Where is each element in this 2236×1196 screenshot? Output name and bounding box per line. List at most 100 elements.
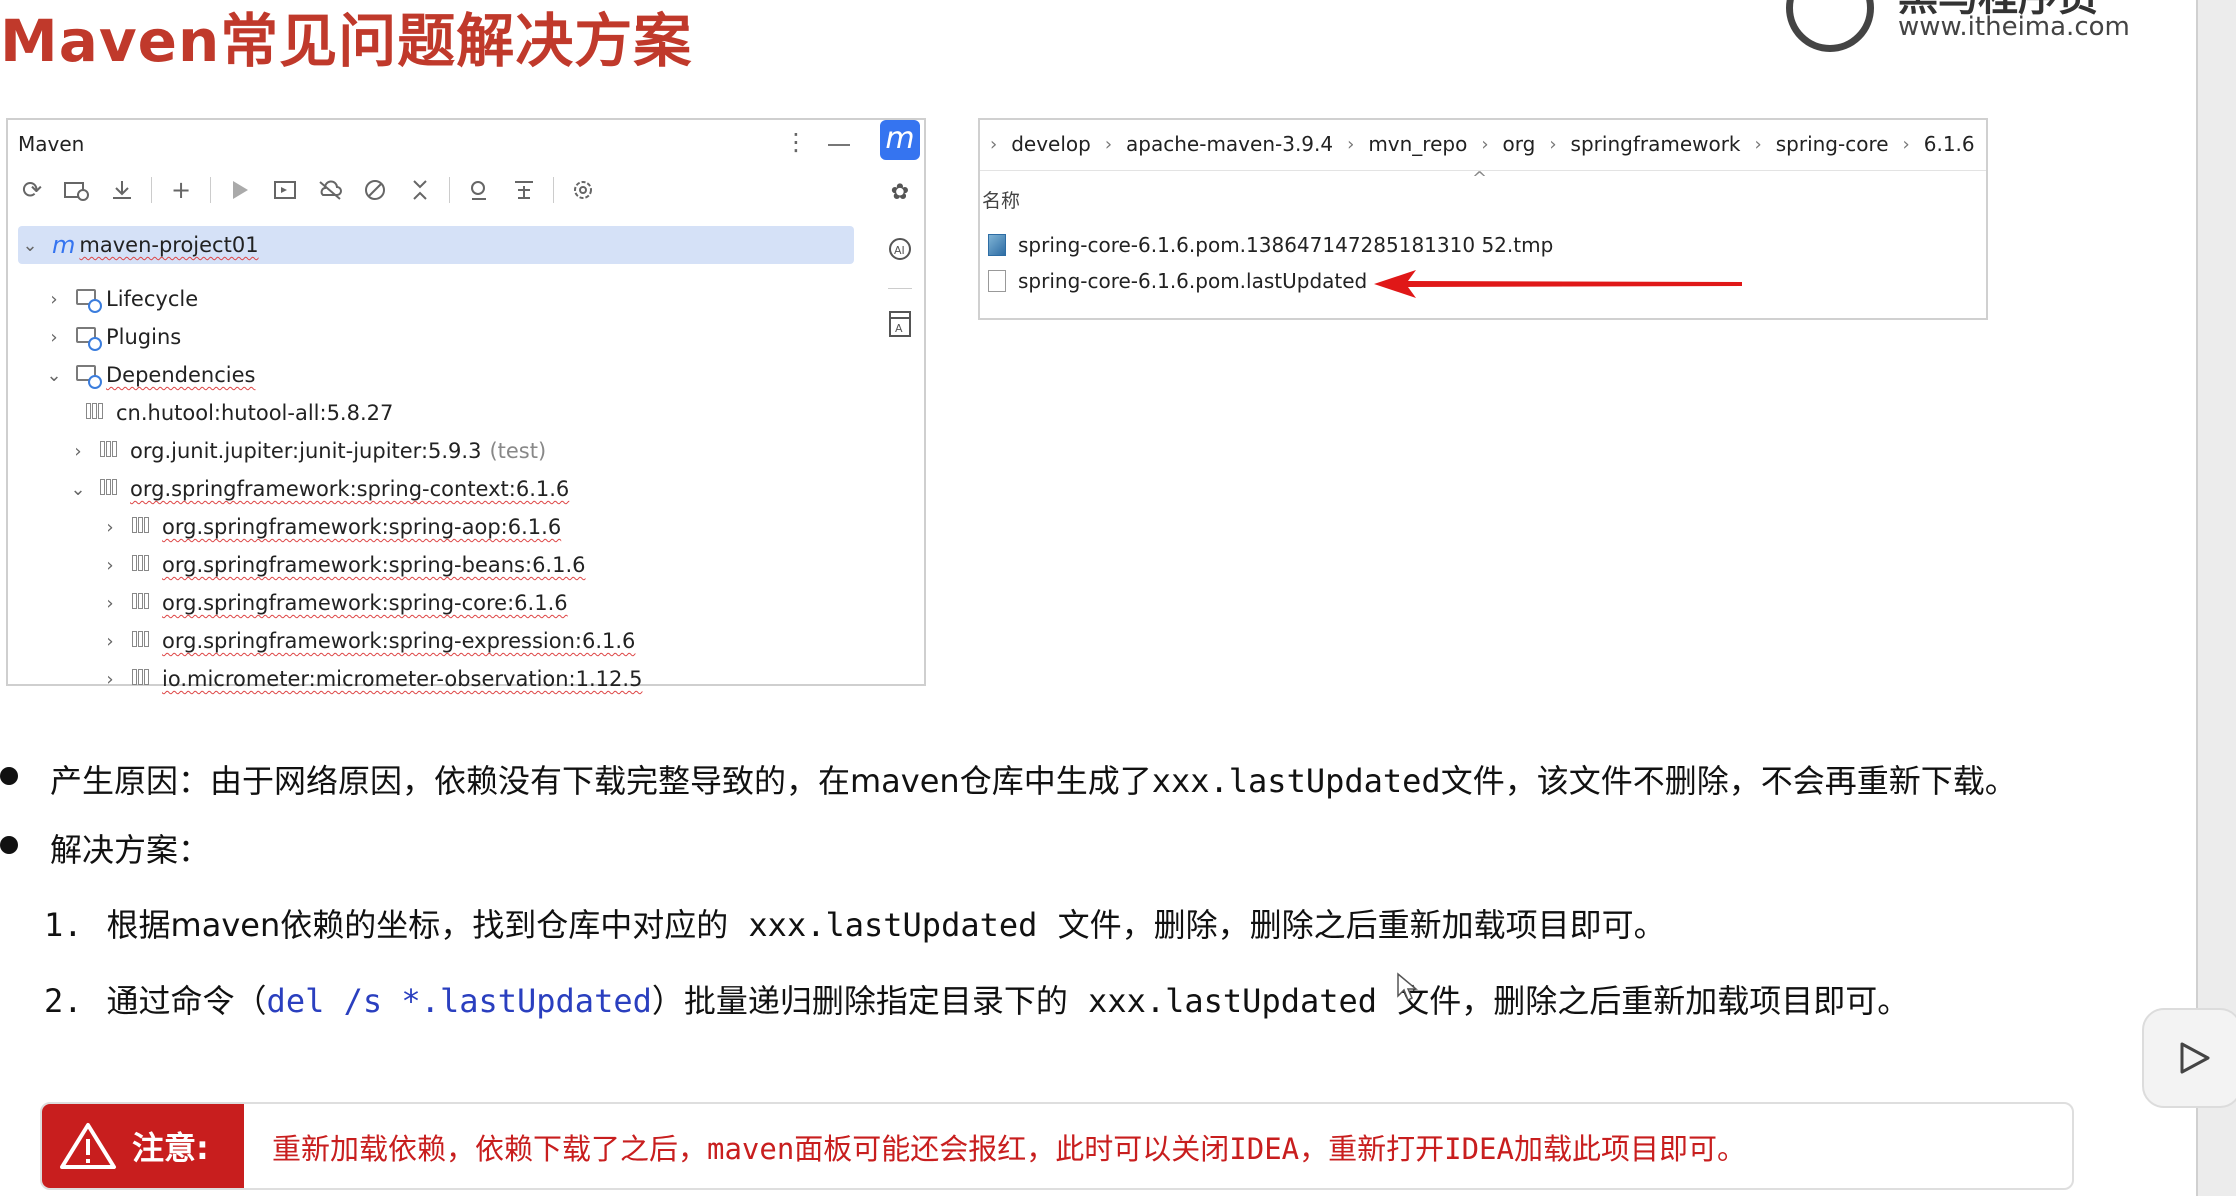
breadcrumb-item[interactable]: spring-core bbox=[1776, 132, 1889, 156]
chevron-right-icon[interactable]: › bbox=[46, 327, 62, 348]
breadcrumb-separator-icon: › bbox=[1549, 133, 1557, 155]
tree-item-project[interactable]: ⌄ m maven-project01 bbox=[22, 228, 259, 262]
chevron-right-icon[interactable]: › bbox=[70, 441, 86, 462]
library-icon bbox=[100, 441, 122, 461]
execute-goal-icon[interactable] bbox=[269, 174, 301, 206]
transitive-dependency-item[interactable]: › org.springframework:spring-aop:6.1.6 bbox=[102, 510, 561, 544]
breadcrumb: › develop › apache-maven-3.9.4 › mvn_rep… bbox=[990, 132, 1975, 156]
bullet-dot bbox=[0, 767, 18, 785]
step-number: 1. bbox=[44, 906, 83, 944]
plugins-label: Plugins bbox=[106, 325, 182, 349]
plugin-icon[interactable]: ✿ bbox=[886, 180, 914, 208]
collapse-icon[interactable] bbox=[404, 174, 436, 206]
strip-separator bbox=[888, 288, 912, 289]
chevron-right-icon[interactable]: › bbox=[46, 289, 62, 310]
breadcrumb-item[interactable]: org bbox=[1503, 132, 1536, 156]
offline-icon[interactable] bbox=[314, 174, 346, 206]
chevron-right-icon[interactable]: › bbox=[102, 517, 118, 538]
plus-icon[interactable]: + bbox=[165, 174, 197, 206]
tmp-file-icon bbox=[988, 234, 1006, 256]
breadcrumb-item[interactable]: apache-maven-3.9.4 bbox=[1126, 132, 1333, 156]
library-icon bbox=[100, 479, 122, 499]
project-label: maven-project01 bbox=[79, 233, 259, 257]
skip-tests-icon[interactable] bbox=[359, 174, 391, 206]
transitive-dependency-item[interactable]: › org.springframework:spring-core:6.1.6 bbox=[102, 586, 567, 620]
transitive-dependency-item[interactable]: › org.springframework:spring-beans:6.1.6 bbox=[102, 548, 585, 582]
lifecycle-label: Lifecycle bbox=[106, 287, 199, 311]
maven-tool-icon[interactable]: m bbox=[880, 120, 920, 160]
breadcrumb-separator-icon: › bbox=[1347, 133, 1355, 155]
cause-suffix: 文件，该文件不删除，不会再重新下载。 bbox=[1440, 762, 2017, 800]
run-icon[interactable] bbox=[224, 174, 256, 206]
analyze-icon[interactable] bbox=[463, 174, 495, 206]
library-icon bbox=[86, 403, 108, 423]
maven-module-icon: m bbox=[52, 231, 76, 259]
notifications-icon[interactable]: A bbox=[886, 310, 914, 338]
dependencies-label: Dependencies bbox=[106, 363, 256, 387]
tree-item-lifecycle[interactable]: › Lifecycle bbox=[46, 282, 198, 316]
download-icon[interactable] bbox=[106, 174, 138, 206]
tree-item-plugins[interactable]: › Plugins bbox=[46, 320, 181, 354]
show-deps-icon[interactable] bbox=[508, 174, 540, 206]
breadcrumb-separator-icon: › bbox=[1481, 133, 1489, 155]
file-icon bbox=[988, 270, 1006, 292]
chevron-right-icon[interactable]: › bbox=[102, 631, 118, 652]
logo-url-text: www.itheima.com bbox=[1898, 12, 2130, 42]
dependency-label: org.springframework:spring-expression:6.… bbox=[162, 629, 636, 653]
refresh-icon[interactable]: ⟳ bbox=[16, 174, 48, 206]
breadcrumb-separator-icon: › bbox=[990, 133, 998, 155]
file-row[interactable]: spring-core-6.1.6.pom.138647147285181310… bbox=[988, 230, 1553, 260]
settings-icon[interactable] bbox=[567, 174, 599, 206]
chevron-right-icon[interactable]: › bbox=[102, 555, 118, 576]
dependency-item[interactable]: cn.hutool:hutool-all:5.8.27 bbox=[86, 396, 393, 430]
chevron-right-icon[interactable]: › bbox=[102, 593, 118, 614]
breadcrumb-item[interactable]: develop bbox=[1011, 132, 1091, 156]
toolbar-separator bbox=[449, 177, 450, 203]
ai-assistant-icon[interactable]: AI bbox=[886, 236, 914, 264]
sort-ascending-icon[interactable]: ^ bbox=[1472, 168, 1487, 189]
logo-mark-icon bbox=[1786, 0, 1874, 52]
cause-text: 产生原因：由于网络原因，依赖没有下载完整导致的，在maven仓库中生成了 bbox=[50, 762, 1152, 800]
chevron-down-icon[interactable]: ⌄ bbox=[22, 235, 38, 256]
svg-text:A: A bbox=[895, 322, 903, 335]
file-name: spring-core-6.1.6.pom.138647147285181310… bbox=[1018, 233, 1554, 257]
chevron-down-icon[interactable]: ⌄ bbox=[46, 365, 62, 386]
library-icon bbox=[132, 593, 154, 613]
slide-title: Maven常见问题解决方案 bbox=[0, 7, 693, 75]
bullet-dot bbox=[0, 836, 18, 854]
breadcrumb-separator-icon: › bbox=[1754, 133, 1762, 155]
chevron-down-icon[interactable]: ⌄ bbox=[70, 479, 86, 500]
library-icon bbox=[132, 631, 154, 651]
transitive-dependency-item[interactable]: › io.micrometer:micrometer-observation:1… bbox=[102, 662, 642, 696]
breadcrumb-item[interactable]: 6.1.6 bbox=[1924, 132, 1975, 156]
tree-item-dependencies[interactable]: ⌄ Dependencies bbox=[46, 358, 255, 392]
step-suffix: 文件，删除之后重新加载项目即可。 bbox=[1397, 982, 1910, 1020]
chevron-right-icon[interactable]: › bbox=[102, 669, 118, 690]
library-icon bbox=[132, 555, 154, 575]
breadcrumb-item[interactable]: mvn_repo bbox=[1368, 132, 1467, 156]
step-text: 根据maven依赖的坐标，找到仓库中对应的 bbox=[106, 906, 729, 944]
minimize-icon[interactable] bbox=[828, 144, 850, 146]
file-row[interactable]: spring-core-6.1.6.pom.lastUpdated bbox=[988, 266, 1367, 296]
more-options-icon[interactable]: ⋮ bbox=[784, 128, 808, 156]
red-arrow-annotation bbox=[1374, 270, 1742, 298]
svg-text:AI: AI bbox=[894, 244, 905, 257]
step-code: xxx.lastUpdated bbox=[748, 906, 1038, 944]
dependency-item[interactable]: › org.junit.jupiter:junit-jupiter:5.9.3 … bbox=[70, 434, 546, 468]
note-label: 注意: bbox=[132, 1129, 209, 1167]
transitive-dependency-item[interactable]: › org.springframework:spring-expression:… bbox=[102, 624, 635, 658]
dependency-label: org.junit.jupiter:junit-jupiter:5.9.3 bbox=[130, 439, 482, 463]
column-header-name[interactable]: 名称 bbox=[982, 186, 1020, 213]
lifecycle-folder-icon bbox=[76, 289, 102, 313]
file-name: spring-core-6.1.6.pom.lastUpdated bbox=[1018, 269, 1368, 293]
breadcrumb-item[interactable]: springframework bbox=[1571, 132, 1741, 156]
dependency-label: io.micrometer:micrometer-observation:1.1… bbox=[162, 667, 643, 691]
dependency-label: org.springframework:spring-context:6.1.6 bbox=[130, 477, 570, 501]
toolbar-separator bbox=[553, 177, 554, 203]
dependency-label: org.springframework:spring-aop:6.1.6 bbox=[162, 515, 562, 539]
library-icon bbox=[132, 517, 154, 537]
play-button[interactable] bbox=[2142, 1008, 2236, 1108]
dependency-item[interactable]: ⌄ org.springframework:spring-context:6.1… bbox=[70, 472, 569, 506]
step-command: del /s *.lastUpdated bbox=[266, 982, 652, 1020]
add-folder-icon[interactable] bbox=[61, 174, 93, 206]
